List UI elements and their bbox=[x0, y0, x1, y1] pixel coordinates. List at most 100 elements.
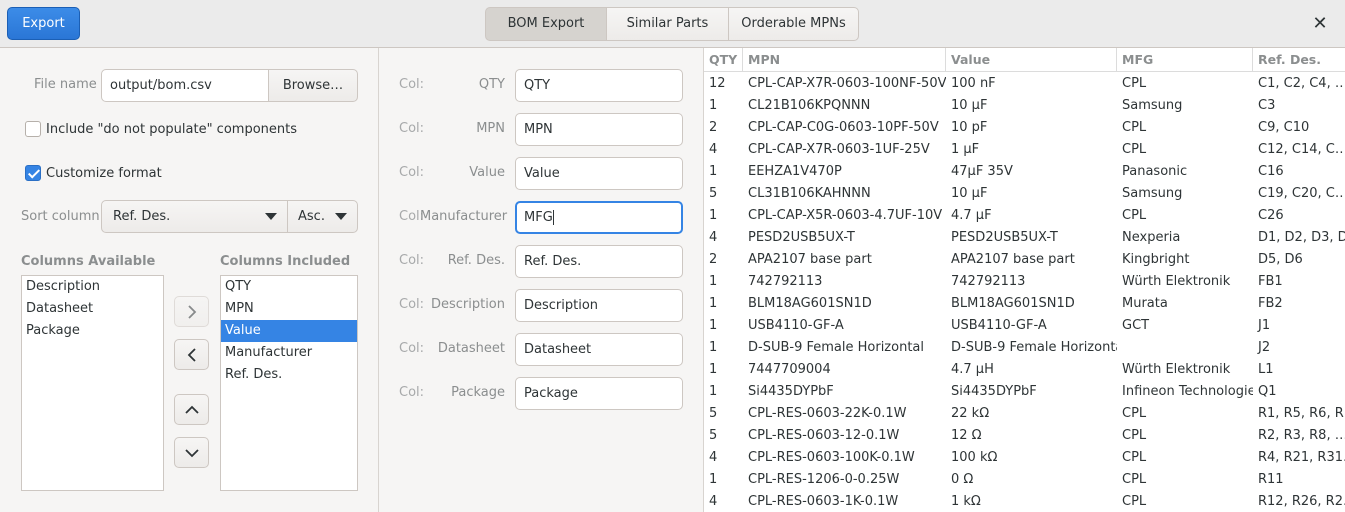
list-item[interactable]: Package bbox=[22, 320, 163, 342]
cell-ref-des: J1 bbox=[1258, 318, 1271, 333]
table-row[interactable]: 4 CPL-RES-0603-100K-0.1W 100 kΩ CPL R4, R21,… bbox=[704, 447, 1345, 469]
list-item-selected[interactable]: Value bbox=[221, 320, 357, 342]
columns-included-title: Columns Included bbox=[220, 254, 351, 269]
table-row[interactable]: 1 D-SUB-9 Female Horizontal D-SUB-9 Female… bbox=[704, 337, 1345, 359]
cell-qty: 1 bbox=[709, 98, 718, 113]
cell-qty: 1 bbox=[709, 208, 718, 223]
col-source-label: QTY bbox=[478, 77, 505, 92]
table-row[interactable]: 2 APA2107 base part APA2107 base part Kingb… bbox=[704, 249, 1345, 271]
cell-value: 100 kΩ bbox=[951, 450, 998, 465]
dnp-checkbox-row[interactable]: Include "do not populate" components bbox=[25, 121, 297, 137]
table-row[interactable]: 4 CPL-RES-0603-1K-0.1W 1 kΩ CPL R12, R26, R2… bbox=[704, 491, 1345, 512]
list-item[interactable]: Description bbox=[22, 276, 163, 298]
cell-mpn: PESD2USB5UX-T bbox=[748, 230, 855, 245]
customize-checkbox-row[interactable]: Customize format bbox=[25, 165, 162, 181]
table-row[interactable]: 12 CPL-CAP-X7R-0603-100NF-50V 100 nF CPL C1,… bbox=[704, 73, 1345, 95]
cell-qty: 5 bbox=[709, 186, 718, 201]
cell-qty: 4 bbox=[709, 142, 718, 157]
table-row[interactable]: 1 CPL-CAP-X5R-0603-4.7UF-10V 4.7 µF CPL C26 bbox=[704, 205, 1345, 227]
table-row[interactable]: 1 7447709004 4.7 µH Würth Elektronik L1 bbox=[704, 359, 1345, 381]
move-down-button[interactable] bbox=[174, 437, 209, 468]
cell-mfg: CPL bbox=[1122, 428, 1147, 443]
cell-mfg: CPL bbox=[1122, 142, 1147, 157]
browse-button[interactable]: Browse… bbox=[268, 69, 358, 102]
cell-ref-des: D1, D2, D3, D4 bbox=[1258, 230, 1345, 245]
cell-mpn: CPL-CAP-X5R-0603-4.7UF-10V bbox=[748, 208, 943, 223]
cell-qty: 1 bbox=[709, 318, 718, 333]
col-header-input[interactable]: MPN bbox=[515, 113, 683, 146]
col-header-input[interactable]: MFG bbox=[515, 201, 683, 234]
sort-column-dropdown[interactable]: Ref. Des. bbox=[101, 200, 288, 233]
table-row[interactable]: 1 BLM18AG601SN1D BLM18AG601SN1D Murata FB2 bbox=[704, 293, 1345, 315]
col-header-input[interactable]: Ref. Des. bbox=[515, 245, 683, 278]
list-item[interactable]: Manufacturer bbox=[221, 342, 357, 364]
table-row[interactable]: 5 CPL-RES-0603-12-0.1W 12 Ω CPL R2, R3, R8, … bbox=[704, 425, 1345, 447]
table-row[interactable]: 1 CL21B106KPQNNN 10 µF Samsung C3 bbox=[704, 95, 1345, 117]
table-row[interactable]: 4 CPL-CAP-X7R-0603-1UF-25V 1 µF CPL C12, C14… bbox=[704, 139, 1345, 161]
cell-ref-des: R4, R21, R31… bbox=[1258, 450, 1345, 465]
sort-order-dropdown[interactable]: Asc. bbox=[287, 200, 358, 233]
column-header-value[interactable]: Value bbox=[946, 48, 1117, 72]
table-row[interactable]: 1 CPL-RES-1206-0-0.25W 0 Ω CPL R11 bbox=[704, 469, 1345, 491]
cell-mpn: CL31B106KAHNNN bbox=[748, 186, 871, 201]
cell-mfg: Panasonic bbox=[1122, 164, 1188, 179]
cell-qty: 1 bbox=[709, 340, 718, 355]
remove-column-button[interactable] bbox=[174, 339, 209, 370]
list-item[interactable]: QTY bbox=[221, 276, 357, 298]
list-item[interactable]: Ref. Des. bbox=[221, 364, 357, 386]
column-header-ref-des[interactable]: Ref. Des. bbox=[1253, 48, 1345, 72]
cell-ref-des: R11 bbox=[1258, 472, 1284, 487]
customize-label: Customize format bbox=[46, 165, 162, 181]
cell-ref-des: R12, R26, R2… bbox=[1258, 494, 1345, 509]
table-row[interactable]: 1 Si4435DYPbF Si4435DYPbF Infineon Technolo… bbox=[704, 381, 1345, 403]
close-icon[interactable]: ✕ bbox=[1308, 12, 1332, 36]
col-header-input[interactable]: QTY bbox=[515, 69, 683, 102]
cell-mfg: Infineon Technologies bbox=[1122, 384, 1253, 399]
cell-ref-des: L1 bbox=[1258, 362, 1274, 377]
move-up-button[interactable] bbox=[174, 394, 209, 425]
cell-mfg: Würth Elektronik bbox=[1122, 362, 1231, 377]
cell-mpn: USB4110-GF-A bbox=[748, 318, 844, 333]
cell-mpn: D-SUB-9 Female Horizontal bbox=[748, 340, 924, 355]
add-column-button[interactable] bbox=[174, 296, 209, 327]
column-header-mfg[interactable]: MFG bbox=[1117, 48, 1253, 72]
cell-mfg: CPL bbox=[1122, 120, 1147, 135]
cell-qty: 2 bbox=[709, 120, 718, 135]
cell-mpn: CPL-RES-0603-22K-0.1W bbox=[748, 406, 907, 421]
table-row[interactable]: 1 USB4110-GF-A USB4110-GF-A GCT J1 bbox=[704, 315, 1345, 337]
table-row[interactable]: 1 EEHZA1V470P 47µF 35V Panasonic C16 bbox=[704, 161, 1345, 183]
table-row[interactable]: 5 CPL-RES-0603-22K-0.1W 22 kΩ CPL R1, R5, R6… bbox=[704, 403, 1345, 425]
dnp-checkbox[interactable] bbox=[25, 121, 41, 137]
tab-orderable-mpns[interactable]: Orderable MPNs bbox=[728, 7, 859, 41]
col-header-input[interactable]: Datasheet bbox=[515, 333, 683, 366]
table-row[interactable]: 4 PESD2USB5UX-T PESD2USB5UX-T Nexperia D1, D… bbox=[704, 227, 1345, 249]
columns-included-list[interactable]: QTY MPN Value Manufacturer Ref. Des. bbox=[220, 275, 358, 491]
col-header-input[interactable]: Package bbox=[515, 377, 683, 410]
table-row[interactable]: 2 CPL-CAP-C0G-0603-10PF-50V 10 pF CPL C9, C1… bbox=[704, 117, 1345, 139]
cell-mfg: Würth Elektronik bbox=[1122, 274, 1231, 289]
customize-checkbox[interactable] bbox=[25, 165, 41, 181]
cell-mpn: CPL-CAP-C0G-0603-10PF-50V bbox=[748, 120, 939, 135]
export-button[interactable]: Export bbox=[7, 7, 80, 40]
cell-mpn: CPL-RES-0603-100K-0.1W bbox=[748, 450, 915, 465]
file-name-input[interactable]: output/bom.csv bbox=[101, 69, 271, 102]
tab-similar-parts[interactable]: Similar Parts bbox=[606, 7, 729, 41]
list-item[interactable]: Datasheet bbox=[22, 298, 163, 320]
columns-available-list[interactable]: Description Datasheet Package bbox=[21, 275, 164, 491]
table-row[interactable]: 5 CL31B106KAHNNN 10 µF Samsung C19, C20, C… bbox=[704, 183, 1345, 205]
list-item[interactable]: MPN bbox=[221, 298, 357, 320]
column-header-mpn[interactable]: MPN bbox=[743, 48, 946, 72]
cell-value: 10 pF bbox=[951, 120, 988, 135]
cell-qty: 5 bbox=[709, 406, 718, 421]
col-header-value: Description bbox=[524, 298, 599, 313]
table-row[interactable]: 1 742792113 742792113 Würth Elektronik FB1 bbox=[704, 271, 1345, 293]
cell-qty: 4 bbox=[709, 494, 718, 509]
sort-column-value: Ref. Des. bbox=[113, 209, 171, 224]
col-source-label: Datasheet bbox=[437, 341, 505, 356]
tab-bom-export[interactable]: BOM Export bbox=[485, 7, 607, 41]
column-header-qty[interactable]: QTY bbox=[704, 48, 743, 72]
col-header-input[interactable]: Description bbox=[515, 289, 683, 322]
col-header-input[interactable]: Value bbox=[515, 157, 683, 190]
cell-value: 742792113 bbox=[951, 274, 1026, 289]
cell-value: 1 kΩ bbox=[951, 494, 981, 509]
